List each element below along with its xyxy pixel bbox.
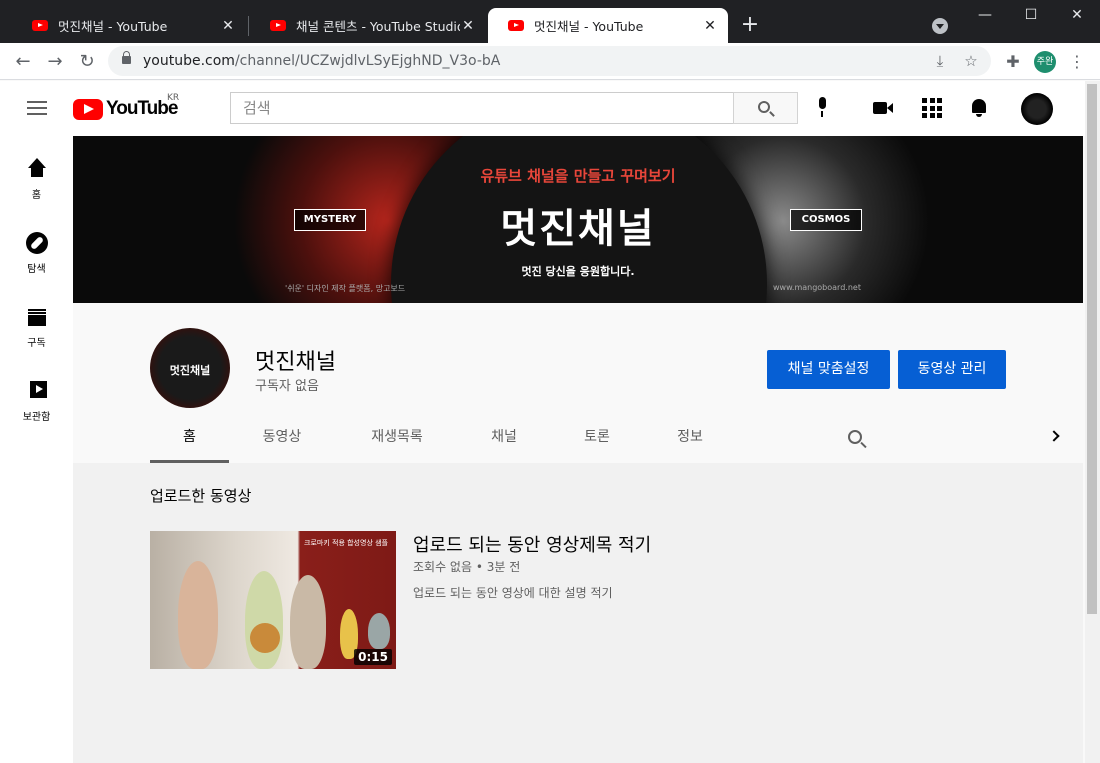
browser-tab-2[interactable]: 채널 콘텐츠 - YouTube Studio ✕ (250, 8, 486, 43)
voice-search-mic-icon[interactable] (816, 97, 828, 119)
browser-toolbar: ← → ↻ youtube.com/channel/UCZwjdlvLSyEjg… (0, 43, 1100, 80)
rhino-toy-icon (368, 613, 390, 649)
channel-name: 멋진채널 (255, 350, 336, 375)
subscriptions-icon (26, 306, 48, 328)
bookmark-star-icon[interactable]: ☆ (961, 51, 981, 71)
explore-icon (25, 232, 48, 254)
account-avatar[interactable] (1021, 93, 1053, 125)
video-description: 업로드 되는 동안 영상에 대한 설명 적기 (413, 586, 613, 600)
search-input[interactable]: 검색 (230, 92, 734, 124)
apps-grid-icon[interactable] (920, 96, 944, 120)
tab-close-icon[interactable]: ✕ (460, 18, 476, 34)
youtube-logo[interactable]: YouTube (73, 98, 178, 120)
install-app-icon[interactable]: ⤓ (930, 51, 950, 71)
tab-close-icon[interactable]: ✕ (220, 18, 236, 34)
banner-credit: '쉬운' 디자인 제작 플랫폼, 망고보드 (285, 284, 406, 293)
guide-item-label: 홈 (31, 190, 42, 201)
guide-item-home[interactable]: 홈 (0, 158, 73, 201)
video-thumbnail[interactable]: 크로마키 적용 합성영상 샘플 0:15 (150, 531, 396, 669)
library-icon (26, 380, 48, 402)
guide-item-label: 보관함 (22, 412, 51, 423)
region-code: KR (167, 93, 180, 103)
channel-banner: 유튜브 채널을 만들고 꾸며보기 멋진채널 멋진 당신을 응원합니다. MYST… (73, 136, 1083, 303)
guide-item-library[interactable]: 보관함 (0, 380, 73, 423)
guide-item-label: 탐색 (27, 264, 46, 275)
url-text: youtube.com/channel/UCZwjdlvLSyEjghND_V3… (143, 53, 501, 69)
lock-icon (122, 51, 131, 64)
tab-title: 멋진채널 - YouTube (534, 19, 644, 34)
subscriber-count: 구독자 없음 (255, 379, 319, 394)
thumbnail-figure (178, 561, 218, 669)
video-title[interactable]: 업로드 되는 동안 영상제목 적기 (413, 531, 651, 557)
tab-title: 채널 콘텐츠 - YouTube Studio (296, 19, 460, 34)
youtube-favicon-icon (270, 20, 286, 31)
channel-content: 업로드한 동영상 크로마키 적용 합성영상 샘플 0:15 업로드 되는 동안 … (73, 463, 1083, 763)
browser-menu-icon[interactable]: ⋮ (1066, 51, 1088, 73)
tab-divider (248, 16, 249, 36)
browser-tab-3-active[interactable]: 멋진채널 - YouTube ✕ (488, 8, 728, 43)
new-tab-button[interactable]: + (737, 12, 763, 38)
reload-icon[interactable]: ↻ (74, 49, 100, 75)
banner-site: www.mangoboard.net (773, 283, 861, 292)
tab-playlists[interactable]: 재생목록 (354, 422, 440, 463)
mini-guide-sidebar: 홈 탐색 구독 보관함 (0, 136, 73, 763)
tab-close-icon[interactable]: ✕ (702, 18, 718, 34)
tab-about[interactable]: 정보 (655, 422, 725, 463)
thumbnail-caption: 크로마키 적용 합성영상 샘플 (304, 539, 388, 547)
channel-search-icon[interactable] (848, 430, 862, 444)
banner-tag-cosmos: COSMOS (790, 209, 862, 231)
tab-search-icon[interactable] (932, 18, 948, 34)
back-arrow-icon[interactable]: ← (10, 49, 36, 75)
channel-tabs: 홈 동영상 재생목록 채널 토론 정보 (150, 422, 1060, 463)
channel-header: 멋진채널 멋진채널 구독자 없음 채널 맞춤설정 동영상 관리 홈 동영상 재생… (73, 311, 1083, 463)
video-duration: 0:15 (354, 649, 392, 665)
thumbnail-figure (290, 575, 326, 669)
forward-arrow-icon[interactable]: → (42, 49, 68, 75)
search-icon (758, 101, 770, 113)
browser-tab-1[interactable]: 멋진채널 - YouTube ✕ (12, 8, 246, 43)
youtube-masthead: YouTube KR 검색 (0, 81, 1085, 136)
tab-title: 멋진채널 - YouTube (58, 19, 168, 34)
channel-avatar-text: 멋진채널 (169, 364, 211, 377)
manage-videos-button[interactable]: 동영상 관리 (898, 350, 1006, 389)
maximize-button[interactable]: ☐ (1008, 0, 1054, 30)
create-video-icon[interactable] (872, 96, 896, 120)
home-icon (26, 158, 48, 180)
banner-tag-mystery: MYSTERY (294, 209, 366, 231)
browser-profile-avatar[interactable]: 주완 (1034, 51, 1056, 73)
youtube-favicon-icon (508, 20, 524, 31)
search-button[interactable] (733, 92, 798, 124)
video-meta: 조회수 없음 • 3분 전 (413, 560, 521, 574)
banner-subtitle: 멋진 당신을 응원합니다. (521, 265, 635, 278)
extensions-puzzle-icon[interactable]: ✚ (1002, 51, 1024, 73)
tab-discussion[interactable]: 토론 (562, 422, 632, 463)
customize-channel-button[interactable]: 채널 맞춤설정 (767, 350, 890, 389)
notifications-bell-icon[interactable] (968, 96, 992, 120)
section-title[interactable]: 업로드한 동영상 (150, 485, 251, 506)
tab-videos[interactable]: 동영상 (242, 422, 322, 463)
channel-avatar: 멋진채널 (150, 328, 230, 408)
youtube-play-icon (73, 98, 103, 120)
guide-item-subscriptions[interactable]: 구독 (0, 306, 73, 349)
guide-item-explore[interactable]: 탐색 (0, 232, 73, 275)
tab-home[interactable]: 홈 (150, 422, 229, 463)
scrollbar-thumb[interactable] (1087, 84, 1097, 614)
chevron-right-icon[interactable] (1048, 430, 1060, 442)
browser-tab-bar: 멋진채널 - YouTube ✕ 채널 콘텐츠 - YouTube Studio… (0, 0, 1100, 43)
close-window-button[interactable]: ✕ (1054, 0, 1100, 30)
tab-channels[interactable]: 채널 (468, 422, 540, 463)
thumbnail-figure (245, 571, 283, 669)
lion-toy-icon (250, 623, 280, 653)
minimize-button[interactable]: — (962, 0, 1008, 30)
guide-item-label: 구독 (27, 338, 46, 349)
youtube-favicon-icon (32, 20, 48, 31)
banner-top-text: 유튜브 채널을 만들고 꾸며보기 (480, 167, 676, 185)
menu-hamburger-icon[interactable] (27, 101, 47, 115)
banner-title: 멋진채널 (500, 206, 656, 252)
address-bar[interactable]: youtube.com/channel/UCZwjdlvLSyEjghND_V3… (108, 46, 991, 76)
